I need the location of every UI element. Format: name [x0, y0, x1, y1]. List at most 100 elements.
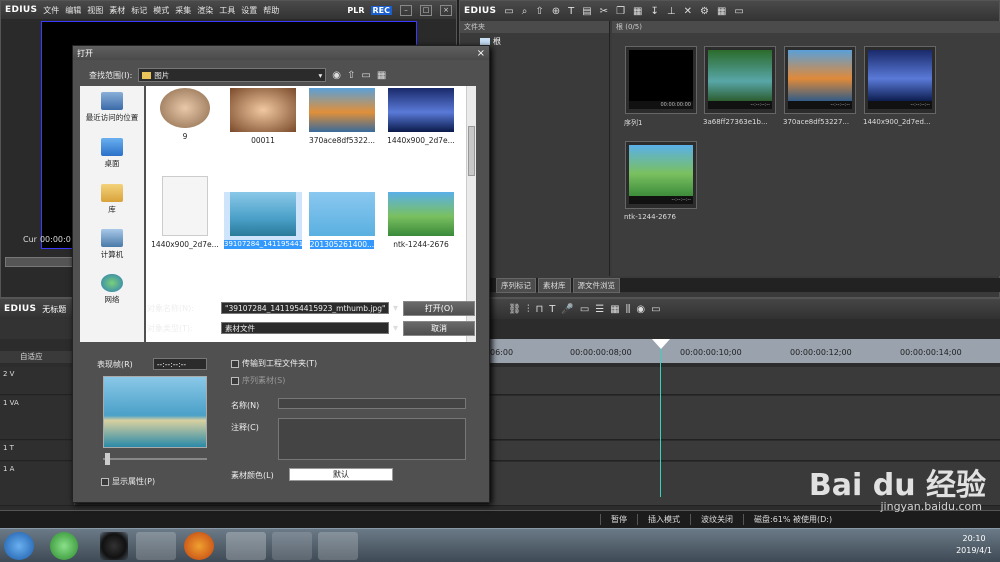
show-props-row[interactable]: 显示属性(P)	[101, 476, 155, 487]
asset-thumb[interactable]: 00:00:00:00	[625, 46, 697, 114]
up-level-icon[interactable]: ⇧	[347, 70, 355, 81]
filename-input[interactable]: "39107284_1411954415923_mthumb.jpg" "	[221, 302, 389, 314]
audio-icon[interactable]: ⫼	[626, 304, 631, 315]
title-icon[interactable]: T	[568, 6, 574, 17]
slider-handle[interactable]	[105, 453, 110, 465]
layout-icon[interactable]: ▭	[651, 304, 660, 315]
playhead-marker-icon[interactable]	[652, 339, 670, 349]
delete-icon[interactable]: ✕	[684, 6, 692, 17]
add-clip-icon[interactable]: ⊕	[552, 6, 560, 17]
file-item-selected[interactable]: 201305261400...	[303, 192, 381, 249]
open-icon[interactable]: ▤	[582, 6, 591, 17]
taskbar-clock[interactable]: 20:10 2019/4/1	[956, 533, 992, 557]
place-network[interactable]: 网络	[80, 274, 144, 305]
asset-thumb[interactable]: --:--:--:--	[864, 46, 936, 114]
player-scrubber[interactable]	[5, 257, 73, 267]
show-props-checkbox[interactable]	[101, 477, 109, 486]
place-library[interactable]: 库	[80, 184, 144, 215]
menu-settings[interactable]: 设置	[241, 5, 257, 16]
comment-input[interactable]	[278, 418, 466, 460]
up-folder-icon[interactable]: ⇧	[535, 6, 543, 17]
split-icon[interactable]: ⫶	[527, 304, 530, 315]
search-icon[interactable]: ⌕	[522, 6, 528, 17]
properties-icon[interactable]: ⚙	[700, 6, 709, 17]
chevron-down-icon[interactable]: ▾	[393, 303, 398, 314]
file-item[interactable]: 9	[146, 88, 224, 141]
trim-icon[interactable]: ⊓	[535, 304, 543, 315]
cancel-button[interactable]: 取消	[403, 321, 475, 336]
timeline-ruler[interactable]: 06:00 00:00:00:08;00 00:00:00:10;00 00:0…	[490, 339, 1000, 363]
preview-slider[interactable]	[103, 453, 207, 465]
render-icon[interactable]: ▭	[580, 304, 589, 315]
maximize-icon[interactable]: □	[420, 4, 432, 16]
menu-clip[interactable]: 素材	[109, 5, 125, 16]
transfer-row[interactable]: 传输到工程文件夹(T)	[231, 358, 317, 369]
file-item[interactable]: 00011	[224, 88, 302, 145]
cut-icon[interactable]: ✂	[600, 6, 608, 17]
mixer-icon[interactable]: ☰	[595, 304, 604, 315]
plr-label[interactable]: PLR	[347, 6, 364, 15]
menu-file[interactable]: 文件	[43, 5, 59, 16]
menu-render[interactable]: 渲染	[197, 5, 213, 16]
mic-icon[interactable]: 🎤	[561, 304, 573, 315]
transfer-checkbox[interactable]	[231, 359, 239, 368]
look-in-select[interactable]: 图片 ▾	[138, 68, 327, 82]
asset-thumb[interactable]: --:--:--:--	[704, 46, 776, 114]
asset-thumb[interactable]: --:--:--:--	[784, 46, 856, 114]
new-folder-icon[interactable]: ▭	[361, 70, 370, 81]
menu-marker[interactable]: 标记	[131, 5, 147, 16]
scrollbar-thumb[interactable]	[468, 126, 475, 176]
paste-icon[interactable]: ▦	[633, 6, 642, 17]
clip-color-select[interactable]: 默认	[289, 468, 393, 481]
file-item-selected[interactable]: 39107284_1411954415923_mthumb	[224, 192, 354, 249]
menu-view[interactable]: 视图	[87, 5, 103, 16]
file-item[interactable]: 370ace8df5322...	[303, 88, 381, 145]
menu-tools[interactable]: 工具	[219, 5, 235, 16]
tab-clip-library[interactable]: 素材库	[538, 277, 571, 293]
copy-icon[interactable]: ❐	[616, 6, 625, 17]
file-item[interactable]: 1440x900_2d7e...	[382, 88, 460, 145]
playhead-line[interactable]	[660, 343, 661, 497]
timeline-insert-icon[interactable]: ⊥	[667, 6, 676, 17]
minimize-icon[interactable]: –	[400, 4, 412, 16]
filetype-select[interactable]: 素材文件	[221, 322, 389, 334]
close-icon[interactable]: ×	[440, 4, 452, 16]
menu-help[interactable]: 帮助	[263, 5, 279, 16]
tab-sequence-markers[interactable]: 序列标记	[496, 277, 536, 293]
root-folder[interactable]: 根	[480, 36, 609, 47]
taskbar-app-360[interactable]	[50, 532, 78, 560]
taskbar-app-recorder[interactable]	[318, 532, 358, 560]
target-icon[interactable]: ◉	[636, 304, 645, 315]
folder-icon[interactable]: ▭	[504, 6, 513, 17]
title-track-icon[interactable]: T	[549, 304, 555, 315]
back-icon[interactable]: ◉	[332, 70, 341, 81]
taskbar-app-notes[interactable]	[272, 532, 312, 560]
chevron-down-icon[interactable]: ▾	[393, 323, 398, 334]
rec-label[interactable]: REC	[370, 5, 392, 15]
place-desktop[interactable]: 桌面	[80, 138, 144, 169]
open-button[interactable]: 打开(O)	[403, 301, 475, 316]
taskbar-app-explorer[interactable]	[136, 532, 176, 560]
menu-mode[interactable]: 模式	[153, 5, 169, 16]
dialog-close-icon[interactable]: ×	[477, 48, 485, 59]
menu-edit[interactable]: 编辑	[65, 5, 81, 16]
place-computer[interactable]: 计算机	[80, 229, 144, 260]
file-item[interactable]: ntk-1244-2676	[382, 192, 460, 249]
add-to-timeline-icon[interactable]: ↧	[650, 6, 658, 17]
view-menu-icon[interactable]: ▦	[377, 70, 386, 81]
tab-source-browser[interactable]: 源文件浏览	[572, 277, 620, 293]
menu-capture[interactable]: 采集	[175, 5, 191, 16]
bin-menu-icon[interactable]: ▭	[734, 6, 743, 17]
asset-thumb[interactable]: --:--:--:--	[625, 141, 697, 209]
start-button[interactable]	[4, 532, 34, 560]
taskbar-app-edius[interactable]	[226, 532, 266, 560]
status-insert-mode[interactable]: 插入模式	[637, 514, 690, 525]
taskbar-app-firefox[interactable]	[184, 532, 214, 560]
link-icon[interactable]: ⛓	[508, 304, 521, 315]
grid-icon[interactable]: ▦	[610, 304, 619, 315]
place-recent[interactable]: 最近访问的位置	[80, 92, 144, 123]
name-input[interactable]	[278, 398, 466, 409]
view-icon[interactable]: ▦	[717, 6, 726, 17]
status-ripple[interactable]: 波纹关闭	[690, 514, 743, 525]
file-item[interactable]: 1440x900_2d7e...	[146, 176, 224, 249]
